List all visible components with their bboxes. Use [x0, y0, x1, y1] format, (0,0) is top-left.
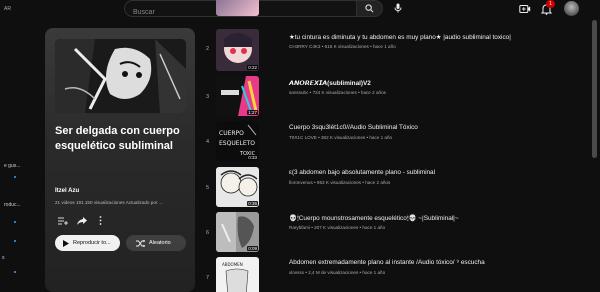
list-item[interactable]: 2 0:22 ★tu cintura es diminuta y tu abdo… [200, 29, 595, 77]
video-title[interactable]: ε(3 abdomen bajo absolutamente plano - s… [289, 169, 435, 176]
video-title[interactable]: 𝘼𝙉𝙊𝙍𝙀𝙓𝙄𝘼(subliminal)V2 [289, 79, 371, 87]
playlist-title: Ser delgada con cuerpo esquelético subli… [55, 125, 180, 152]
new-content-dot [14, 176, 16, 178]
youtube-playlist-page: AR 1 e gus... roduc... s [0, 0, 600, 292]
video-title[interactable]: 💀🕯Cuerpo mounstrosamente esquelético🕯💀 ~… [289, 214, 459, 223]
shuffle-button[interactable]: Aleatorio [126, 235, 186, 251]
video-thumbnail[interactable] [216, 0, 259, 16]
video-thumbnail[interactable]: CUERPO ESQUELETO TOXIC 0:33 [216, 121, 259, 161]
video-title[interactable]: Abdomen extremadamente plano al instante… [289, 259, 485, 266]
video-index: 4 [206, 139, 210, 145]
video-duration: 0:36 [247, 201, 258, 206]
save-playlist-button[interactable] [57, 216, 69, 225]
svg-text:ESQUELETO: ESQUELETO [219, 140, 255, 147]
add-to-library-icon [58, 217, 68, 225]
play-all-button[interactable]: Reproducir to... [55, 235, 120, 251]
shuffle-label: Aleatorio [149, 240, 171, 246]
more-options-button[interactable] [94, 216, 106, 225]
video-meta: T0X1C LOVE • 362 K visualizaciones • hac… [289, 135, 393, 140]
share-icon [77, 216, 87, 225]
page-scrollbar[interactable] [592, 20, 597, 158]
video-title[interactable]: Cuerpo 3squ3lét1c0//Audio Subliminal Tóx… [289, 124, 418, 131]
video-thumbnail[interactable]: 0:09 [216, 212, 259, 252]
play-all-label: Reproducir to... [73, 240, 111, 246]
video-thumbnail[interactable]: 0:22 [216, 29, 259, 71]
country-code: AR [4, 6, 11, 12]
list-item[interactable]: 4 CUERPO ESQUELETO TOXIC 0:33 Cuerpo 3squ3… [200, 121, 595, 169]
list-item[interactable]: 6 0:09 💀🕯Cuerpo mounstrosamente esquelét… [200, 212, 595, 260]
share-button[interactable] [76, 216, 88, 225]
video-meta: fioronvenus • 953 K visualizaciones • ha… [289, 180, 391, 185]
playlist-header-panel: Ser delgada con cuerpo esquelético subli… [45, 28, 195, 292]
video-meta: sanssubc • 724 K visualizaciones • hace … [289, 90, 386, 95]
sidebar-item-3[interactable]: s [2, 255, 5, 261]
video-meta: xlovssx • 2,4 M de visualizaciones • hac… [289, 270, 386, 275]
sidebar-item-2[interactable]: roduc... [4, 202, 21, 208]
video-index: 7 [206, 275, 210, 281]
sidebar-item-1[interactable]: e gus... [4, 163, 20, 169]
more-vertical-icon [99, 216, 101, 225]
list-item[interactable]: 7 ABDOMEN Abdomen extremadamente plano a… [200, 257, 595, 292]
video-index: 6 [206, 230, 210, 236]
play-icon [63, 239, 69, 247]
video-duration: 0:22 [247, 65, 258, 70]
new-content-dot [14, 240, 16, 242]
video-title[interactable]: ★tu cintura es diminuta y tu abdomen es … [289, 33, 511, 41]
new-content-dot [14, 221, 16, 223]
playlist-cover-image[interactable] [55, 39, 186, 113]
video-thumbnail[interactable]: 0:36 [216, 167, 259, 207]
video-index: 5 [206, 185, 210, 191]
svg-text:CUERPO: CUERPO [219, 130, 244, 137]
video-index: 2 [206, 46, 210, 52]
svg-text:ABDOMEN: ABDOMEN [222, 262, 243, 267]
video-index: 3 [206, 94, 210, 100]
new-content-dot [14, 271, 16, 273]
video-meta: Rarybfami • 207 K visualizaciones • hace… [289, 225, 386, 230]
video-duration: 0:09 [247, 246, 258, 251]
video-thumbnail[interactable]: ABDOMEN [216, 257, 259, 292]
playlist-stats: 21 videos 191.150 visualizaciones Actual… [55, 200, 163, 205]
list-item[interactable]: 5 0:36 ε(3 abdomen bajo absolutamente pl… [200, 167, 595, 215]
video-duration: 0:33 [247, 155, 258, 160]
manga-artwork [55, 39, 186, 113]
video-meta: CH3RRY C4K3 • 616 K visualizaciones • ha… [289, 44, 396, 49]
list-item[interactable]: 3 1:27 𝘼𝙉𝙊𝙍𝙀𝙓𝙄𝘼(subliminal)V2 sanssubc •… [200, 76, 595, 124]
video-thumbnail[interactable]: 1:27 [216, 76, 259, 116]
video-duration: 1:27 [247, 110, 258, 115]
playlist-owner[interactable]: Itzel Azu [55, 188, 79, 194]
shuffle-icon [136, 239, 145, 247]
